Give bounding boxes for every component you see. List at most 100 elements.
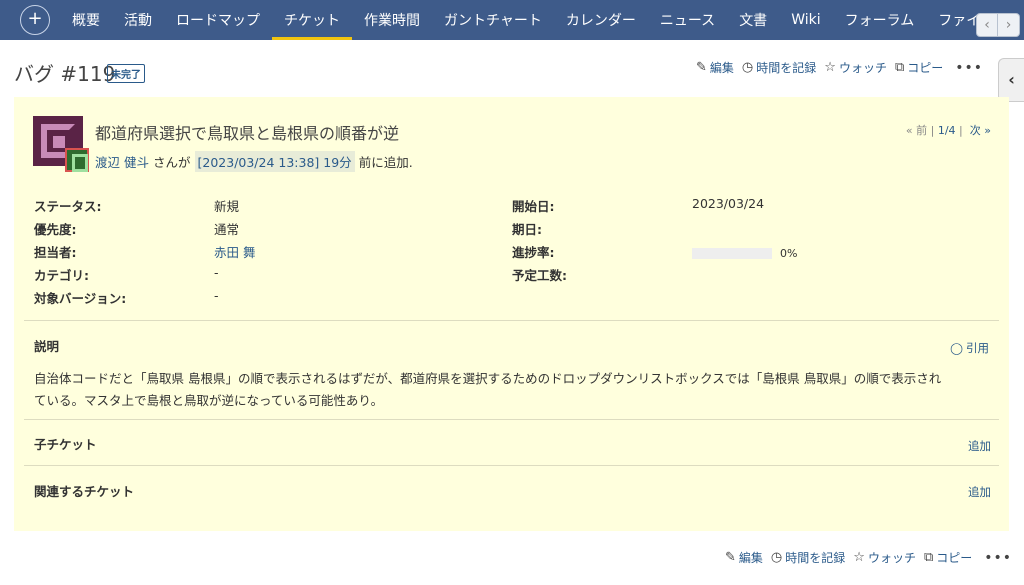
tab-roadmap[interactable]: ロードマップ bbox=[164, 0, 272, 40]
author-suffix: さんが bbox=[152, 155, 191, 170]
pencil-icon: ✎ bbox=[725, 550, 736, 565]
prev-link[interactable]: « 前 bbox=[906, 124, 927, 137]
prev-next-nav: « 前 | 1/4 | 次 » bbox=[906, 122, 991, 138]
tab-gantt[interactable]: ガントチャート bbox=[432, 0, 554, 40]
issue-details: 都道府県選択で鳥取県と島根県の順番が逆 渡辺 健斗 さんが [2023/03/2… bbox=[14, 97, 1009, 531]
contextual-actions-bottom: ✎ 編集 ◷ 時間を記録 ☆ ウォッチ ⧉ コピー ••• bbox=[725, 549, 1012, 566]
top-menu: + 概要 活動 ロードマップ チケット 作業時間 ガントチャート カレンダー ニ… bbox=[0, 0, 1024, 40]
attr-estimated-hours: 予定工数: bbox=[512, 265, 692, 287]
log-time-label: 時間を記録 bbox=[756, 61, 817, 75]
created-time-link[interactable]: [2023/03/24 13:38] 19分 bbox=[194, 151, 355, 172]
priority-value: 通常 bbox=[214, 222, 240, 237]
tab-time-entries[interactable]: 作業時間 bbox=[352, 0, 432, 40]
attr-assignee: 担当者: 赤田 舞 bbox=[34, 242, 255, 264]
edit-button[interactable]: ✎ 編集 bbox=[725, 549, 763, 566]
pencil-icon: ✎ bbox=[696, 60, 707, 75]
attr-done-ratio: 進捗率: 0% bbox=[512, 242, 797, 264]
add-relation-link[interactable]: 追加 bbox=[968, 484, 991, 500]
next-link[interactable]: 次 » bbox=[970, 124, 991, 137]
start-date-value: 2023/03/24 bbox=[692, 196, 765, 211]
clock-icon: ◷ bbox=[741, 60, 754, 75]
scroll-left-button[interactable]: ‹ bbox=[976, 13, 998, 37]
attr-start-date: 開始日: 2023/03/24 bbox=[512, 196, 764, 218]
star-icon: ☆ bbox=[824, 60, 836, 75]
tab-news[interactable]: ニュース bbox=[648, 0, 727, 40]
tab-scroll-buttons: ‹ › bbox=[976, 13, 1020, 37]
category-value: - bbox=[214, 265, 219, 280]
progress-percent: 0% bbox=[780, 246, 798, 260]
status-label: ステータス: bbox=[34, 199, 102, 214]
assignee-label: 担当者: bbox=[34, 245, 77, 260]
page-title: バグ #119 bbox=[14, 62, 116, 86]
author-badge-avatar bbox=[65, 148, 89, 172]
quote-button[interactable]: ◯ 引用 bbox=[950, 340, 989, 356]
tab-issues[interactable]: チケット bbox=[272, 0, 352, 40]
attr-priority: 優先度: 通常 bbox=[34, 219, 239, 241]
attr-target-version: 対象バージョン: - bbox=[34, 288, 219, 310]
priority-label: 優先度: bbox=[34, 222, 77, 237]
star-icon: ☆ bbox=[853, 550, 865, 565]
copy-label: コピー bbox=[936, 551, 973, 565]
quote-label: 引用 bbox=[966, 341, 989, 355]
issue-subject: 都道府県選択で鳥取県と島根県の順番が逆 bbox=[95, 124, 400, 143]
watch-button[interactable]: ☆ ウォッチ bbox=[853, 549, 916, 566]
tab-forums[interactable]: フォーラム bbox=[833, 0, 927, 40]
created-suffix: 前に追加. bbox=[358, 155, 413, 170]
status-value: 新規 bbox=[214, 199, 240, 214]
edit-button[interactable]: ✎ 編集 bbox=[696, 59, 734, 76]
edit-label: 編集 bbox=[709, 61, 734, 75]
watch-label: ウォッチ bbox=[838, 61, 887, 75]
attr-due-date: 期日: bbox=[512, 219, 692, 241]
description-text: 自治体コードだと「鳥取県 島根県」の順で表示されるはずだが、都道府県を選択するた… bbox=[34, 368, 989, 412]
edit-label: 編集 bbox=[738, 551, 763, 565]
tab-documents[interactable]: 文書 bbox=[727, 0, 779, 40]
speech-bubble-icon: ◯ bbox=[950, 341, 963, 355]
tab-wiki[interactable]: Wiki bbox=[779, 0, 832, 40]
watch-button[interactable]: ☆ ウォッチ bbox=[824, 59, 887, 76]
tab-activity[interactable]: 活動 bbox=[112, 0, 164, 40]
copy-label: コピー bbox=[907, 61, 944, 75]
tab-calendar[interactable]: カレンダー bbox=[554, 0, 648, 40]
status-badge: 未完了 bbox=[107, 64, 145, 83]
subtasks-title: 子チケット bbox=[34, 437, 97, 452]
new-object-button[interactable]: + bbox=[20, 5, 50, 35]
tab-overview[interactable]: 概要 bbox=[60, 0, 112, 40]
divider bbox=[24, 419, 999, 420]
log-time-button[interactable]: ◷ 時間を記録 bbox=[742, 59, 816, 76]
log-time-label: 時間を記録 bbox=[785, 551, 846, 565]
relations-title: 関連するチケット bbox=[34, 484, 135, 499]
copy-button[interactable]: ⧉ コピー bbox=[895, 59, 943, 76]
add-subtask-link[interactable]: 追加 bbox=[968, 438, 991, 454]
copy-icon: ⧉ bbox=[894, 60, 905, 75]
description-line: ている。マスタ上で島根と鳥取が逆になっている可能性あり。 bbox=[34, 393, 384, 408]
author-link[interactable]: 渡辺 健斗 bbox=[95, 152, 149, 171]
sidebar-toggle-button[interactable]: ‹ bbox=[998, 58, 1024, 102]
contextual-actions-top: ✎ 編集 ◷ 時間を記録 ☆ ウォッチ ⧉ コピー ••• bbox=[696, 59, 983, 76]
scroll-right-button[interactable]: › bbox=[998, 13, 1020, 37]
divider bbox=[24, 465, 999, 466]
copy-icon: ⧉ bbox=[923, 550, 934, 565]
divider bbox=[24, 320, 999, 321]
due-date-label: 期日: bbox=[512, 222, 542, 237]
more-actions-button[interactable]: ••• bbox=[984, 550, 1012, 566]
copy-button[interactable]: ⧉ コピー bbox=[924, 549, 972, 566]
attr-status: ステータス: 新規 bbox=[34, 196, 239, 218]
assignee-link[interactable]: 赤田 舞 bbox=[214, 242, 255, 264]
description-title: 説明 bbox=[34, 339, 60, 354]
more-actions-button[interactable]: ••• bbox=[955, 60, 983, 76]
start-date-label: 開始日: bbox=[512, 199, 555, 214]
separator: | bbox=[930, 124, 935, 137]
issue-author-line: 渡辺 健斗 さんが [2023/03/24 13:38] 19分 前に追加. bbox=[95, 151, 413, 172]
target-version-label: 対象バージョン: bbox=[34, 291, 127, 306]
position-link[interactable]: 1/4 bbox=[938, 124, 956, 137]
description-line: 自治体コードだと「鳥取県 島根県」の順で表示されるはずだが、都道府県を選択するた… bbox=[34, 371, 942, 386]
attr-category: カテゴリ: - bbox=[34, 265, 219, 287]
watch-label: ウォッチ bbox=[867, 551, 916, 565]
clock-icon: ◷ bbox=[770, 550, 783, 565]
done-ratio-label: 進捗率: bbox=[512, 245, 555, 260]
main-menu-tabs: 概要 活動 ロードマップ チケット 作業時間 ガントチャート カレンダー ニュー… bbox=[60, 0, 990, 40]
target-version-value: - bbox=[214, 288, 219, 303]
separator: | bbox=[959, 124, 963, 137]
category-label: カテゴリ: bbox=[34, 268, 89, 283]
log-time-button[interactable]: ◷ 時間を記録 bbox=[771, 549, 845, 566]
